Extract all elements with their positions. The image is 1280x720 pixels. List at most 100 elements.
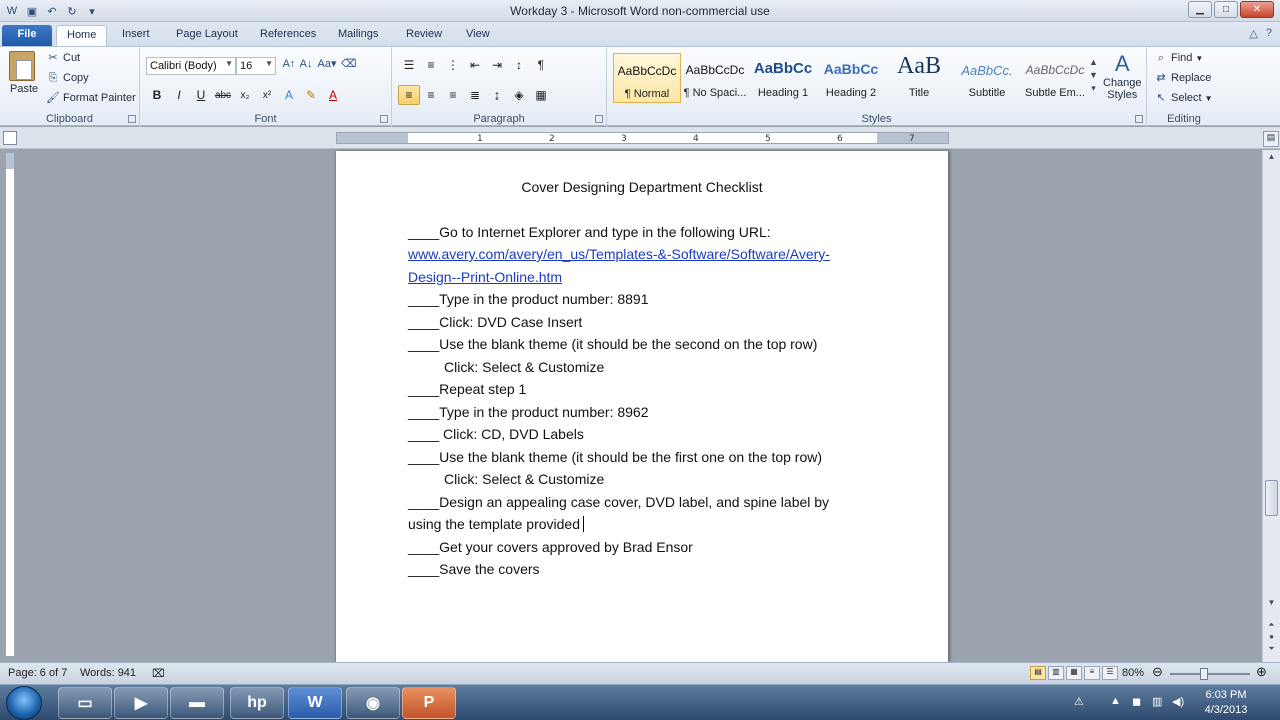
align-right-icon[interactable]: ≡ — [442, 85, 464, 105]
clear-formatting-icon[interactable]: ⌫ — [341, 57, 357, 71]
zoom-slider[interactable] — [1170, 673, 1250, 675]
shrink-font-icon[interactable]: A↓ — [299, 57, 313, 71]
change-case-icon[interactable]: Aa▾ — [316, 57, 338, 71]
styles-gallery-scroll[interactable]: ▲ ▼ ▾ — [1089, 57, 1098, 94]
word-count[interactable]: Words: 941 — [80, 667, 136, 679]
tab-file[interactable]: File — [2, 25, 52, 46]
document-page[interactable]: Cover Designing Department Checklist ___… — [336, 151, 948, 662]
volume-icon[interactable]: ◀) — [1172, 695, 1184, 708]
start-button[interactable] — [6, 686, 42, 720]
find-button[interactable]: ⌕ Find ▼ — [1154, 51, 1203, 65]
paragraph-launcher[interactable] — [595, 115, 603, 123]
vertical-scrollbar[interactable]: ▲ ▼ ⏶ ● ⏷ — [1262, 150, 1280, 662]
justify-icon[interactable]: ≣ — [464, 85, 486, 105]
proofing-icon[interactable]: ⌧ — [152, 667, 165, 680]
url-link[interactable]: www.avery.com/avery/en_us/Templates-&-So… — [408, 246, 830, 262]
tab-selector[interactable] — [3, 131, 17, 145]
text-effects-icon[interactable]: A — [278, 85, 300, 105]
draft-icon[interactable]: ☰ — [1102, 666, 1118, 680]
zoom-out-icon[interactable]: ⊖ — [1152, 664, 1163, 680]
font-color-icon[interactable]: A — [322, 85, 344, 105]
scroll-up-icon[interactable]: ▲ — [1265, 152, 1278, 165]
format-painter-button[interactable]: 🖌 Format Painter — [46, 91, 136, 105]
view-ruler-icon[interactable]: ▤ — [1263, 131, 1279, 147]
decrease-indent-icon[interactable]: ⇤ — [464, 55, 486, 75]
clipboard-launcher[interactable] — [128, 115, 136, 123]
style-heading-1[interactable]: AaBbCc Heading 1 — [749, 53, 817, 103]
web-layout-icon[interactable]: ▦ — [1066, 666, 1082, 680]
borders-icon[interactable]: ▦ — [530, 85, 552, 105]
superscript-icon[interactable]: x² — [256, 85, 278, 105]
select-button[interactable]: ↖ Select ▼ — [1154, 91, 1212, 105]
style-subtitle[interactable]: AaBbCc. Subtitle — [953, 53, 1021, 103]
grow-font-icon[interactable]: A↑ — [282, 57, 296, 71]
outline-icon[interactable]: ≡ — [1084, 666, 1100, 680]
print-layout-icon[interactable]: ▤ — [1030, 666, 1046, 680]
tab-references[interactable]: References — [250, 25, 326, 46]
hp-taskbar-icon[interactable]: hp — [230, 687, 284, 719]
tab-view[interactable]: View — [456, 25, 500, 46]
next-page-icon[interactable]: ⏷ — [1265, 644, 1278, 657]
page-count[interactable]: Page: 6 of 7 — [8, 667, 67, 679]
pilcrow-icon[interactable]: ¶ — [530, 55, 552, 75]
font-size-combo[interactable]: 16 ▼ — [236, 57, 276, 75]
help-icon[interactable]: ? — [1266, 27, 1272, 40]
align-left-icon[interactable]: ≡ — [398, 85, 420, 105]
styles-launcher[interactable] — [1135, 115, 1143, 123]
zoom-level[interactable]: 80% — [1122, 667, 1144, 679]
bullets-icon[interactable]: ☰ — [398, 55, 420, 75]
style-no-spacing[interactable]: AaBbCcDc ¶ No Spaci... — [681, 53, 749, 103]
network-icon[interactable]: ▥ — [1152, 695, 1162, 708]
multilevel-list-icon[interactable]: ⋮ — [442, 55, 464, 75]
numbering-icon[interactable]: ≡ — [420, 55, 442, 75]
replace-button[interactable]: ⇄ Replace — [1154, 71, 1211, 85]
url-link[interactable]: Design--Print-Online.htm — [408, 269, 562, 285]
tray-app-icon[interactable]: ◼ — [1132, 695, 1141, 708]
highlight-icon[interactable]: ✎ — [300, 85, 322, 105]
font-launcher[interactable] — [380, 115, 388, 123]
strikethrough-icon[interactable]: abc — [212, 85, 234, 105]
style-subtle-emphasis[interactable]: AaBbCcDc Subtle Em... — [1021, 53, 1089, 103]
maximize-button[interactable]: □ — [1214, 1, 1238, 18]
line-spacing-icon[interactable]: ↨ — [486, 85, 508, 105]
font-name-combo[interactable]: Calibri (Body) ▼ — [146, 57, 236, 75]
subscript-icon[interactable]: x₂ — [234, 85, 256, 105]
paste-button[interactable]: Paste — [10, 83, 38, 95]
copy-button[interactable]: ⎘ Copy — [46, 71, 89, 85]
full-screen-reading-icon[interactable]: ▥ — [1048, 666, 1064, 680]
tab-mailings[interactable]: Mailings — [328, 25, 388, 46]
sort-icon[interactable]: ↕ — [508, 55, 530, 75]
scroll-down-icon[interactable]: ▼ — [1265, 598, 1278, 611]
application-taskbar-icon[interactable]: ▬ — [170, 687, 224, 719]
cut-button[interactable]: ✂ Cut — [46, 51, 80, 65]
paste-icon[interactable] — [9, 51, 35, 81]
style-normal[interactable]: AaBbCcDc ¶ Normal — [613, 53, 681, 103]
italic-icon[interactable]: I — [168, 85, 190, 105]
notification-icon[interactable]: ⚠ — [1074, 695, 1084, 708]
chrome-taskbar-icon[interactable]: ◉ — [346, 687, 400, 719]
tab-page-layout[interactable]: Page Layout — [166, 25, 248, 46]
bold-icon[interactable]: B — [146, 85, 168, 105]
underline-icon[interactable]: U — [190, 85, 212, 105]
zoom-in-icon[interactable]: ⊕ — [1256, 664, 1267, 680]
system-clock[interactable]: 6:03 PM 4/3/2013 — [1196, 688, 1256, 718]
tab-review[interactable]: Review — [396, 25, 452, 46]
change-styles-button[interactable]: A Change Styles — [1103, 51, 1142, 101]
close-button[interactable]: ✕ — [1240, 1, 1274, 18]
tab-insert[interactable]: Insert — [112, 25, 160, 46]
minimize-ribbon-icon[interactable]: △ — [1249, 27, 1257, 40]
scrollbar-thumb[interactable] — [1265, 480, 1278, 516]
horizontal-ruler[interactable]: 1 2 3 4 5 6 7 — [336, 132, 949, 144]
vertical-ruler[interactable] — [5, 152, 15, 657]
style-heading-2[interactable]: AaBbCc Heading 2 — [817, 53, 885, 103]
word-taskbar-icon[interactable]: W — [288, 687, 342, 719]
minimize-button[interactable]: ▁ — [1188, 1, 1212, 18]
zoom-slider-thumb[interactable] — [1200, 668, 1208, 680]
show-hidden-icons-icon[interactable]: ▲ — [1110, 695, 1121, 707]
tab-home[interactable]: Home — [56, 25, 108, 46]
media-player-taskbar-icon[interactable]: ▶ — [114, 687, 168, 719]
increase-indent-icon[interactable]: ⇥ — [486, 55, 508, 75]
explorer-taskbar-icon[interactable]: ▭ — [58, 687, 112, 719]
style-title[interactable]: AaB Title — [885, 53, 953, 103]
powerpoint-taskbar-icon[interactable]: P — [402, 687, 456, 719]
